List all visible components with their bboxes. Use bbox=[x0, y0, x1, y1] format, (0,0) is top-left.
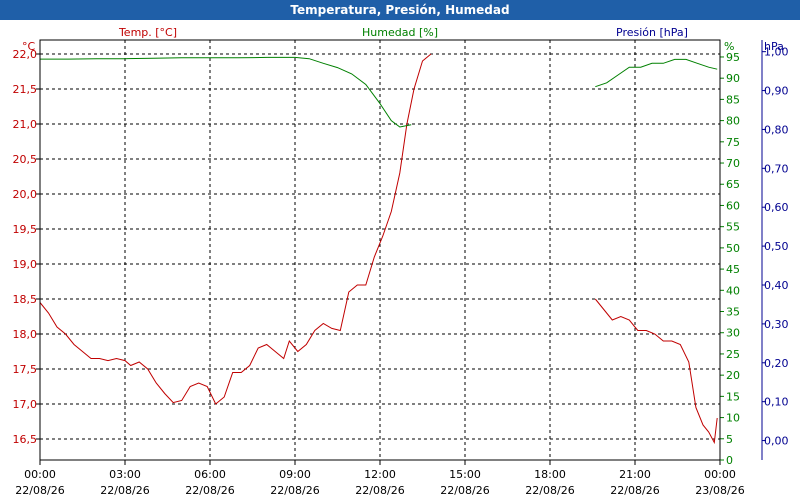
chart-title: Temperatura, Presión, Humedad bbox=[0, 0, 800, 20]
hum-tick-label: 5 bbox=[726, 433, 733, 446]
temp-tick-label: 18,5 bbox=[13, 293, 38, 306]
hum-tick-label: 35 bbox=[726, 306, 740, 319]
temp-tick-label: 20,0 bbox=[13, 188, 38, 201]
x-tick-label-time: 18:00 bbox=[534, 468, 566, 481]
pres-tick-label: 0,60 bbox=[764, 201, 789, 214]
hum-tick-label: 65 bbox=[726, 178, 740, 191]
hum-unit-label: % bbox=[724, 40, 734, 53]
hum-tick-label: 90 bbox=[726, 72, 740, 85]
hum-tick-label: 25 bbox=[726, 348, 740, 361]
pres-tick-label: 0,90 bbox=[764, 85, 789, 98]
hum-tick-label: 15 bbox=[726, 390, 740, 403]
temp-tick-label: 16,5 bbox=[13, 433, 38, 446]
x-tick-label-time: 03:00 bbox=[109, 468, 141, 481]
pres-tick-label: 0,50 bbox=[764, 240, 789, 253]
temp-tick-label: 18,0 bbox=[13, 328, 38, 341]
hum-tick-label: 30 bbox=[726, 327, 740, 340]
hum-tick-label: 50 bbox=[726, 242, 740, 255]
x-tick-label-date: 23/08/26 bbox=[695, 484, 744, 497]
hum-tick-label: 75 bbox=[726, 136, 740, 149]
pres-tick-label: 0,40 bbox=[764, 279, 789, 292]
x-tick-label-time: 15:00 bbox=[449, 468, 481, 481]
legend-hum: Humedad [%] bbox=[362, 26, 438, 39]
temp-tick-label: 17,0 bbox=[13, 398, 38, 411]
temp-tick-label: 21,5 bbox=[13, 83, 38, 96]
chart-plot: 00:00 22/08/26 03:00 22/08/26 06:00 22/08/26 0… bbox=[0, 20, 800, 500]
temp-tick-label: 19,0 bbox=[13, 258, 38, 271]
pres-tick-label: 0,00 bbox=[764, 435, 789, 448]
pres-tick-label: 0,10 bbox=[764, 396, 789, 409]
x-tick-label-date: 22/08/26 bbox=[355, 484, 404, 497]
x-tick-label-date: 22/08/26 bbox=[440, 484, 489, 497]
pres-tick-label: 0,20 bbox=[764, 357, 789, 370]
x-tick-label-date: 22/08/26 bbox=[15, 484, 64, 497]
x-tick-label-time: 21:00 bbox=[619, 468, 651, 481]
hum-tick-label: 60 bbox=[726, 199, 740, 212]
hum-tick-label: 80 bbox=[726, 115, 740, 128]
x-tick-label-time: 12:00 bbox=[364, 468, 396, 481]
temp-tick-label: 19,5 bbox=[13, 223, 38, 236]
pres-tick-label: 0,30 bbox=[764, 318, 789, 331]
x-tick-label-date: 22/08/26 bbox=[185, 484, 234, 497]
x-tick-label-time: 00:00 bbox=[704, 468, 736, 481]
pres-unit-label: hPa bbox=[764, 40, 784, 53]
pres-tick-label: 0,80 bbox=[764, 123, 789, 136]
hum-tick-label: 85 bbox=[726, 93, 740, 106]
x-tick-label-date: 22/08/26 bbox=[610, 484, 659, 497]
x-tick-label-date: 22/08/26 bbox=[270, 484, 319, 497]
hum-tick-label: 70 bbox=[726, 157, 740, 170]
hum-tick-label: 10 bbox=[726, 412, 740, 425]
x-tick-label-time: 09:00 bbox=[279, 468, 311, 481]
legend-pres: Presión [hPa] bbox=[616, 26, 688, 39]
pres-tick-label: 0,70 bbox=[764, 162, 789, 175]
legend-temp: Temp. [°C] bbox=[118, 26, 177, 39]
x-tick-label-date: 22/08/26 bbox=[100, 484, 149, 497]
temp-tick-label: 21,0 bbox=[13, 118, 38, 131]
temp-tick-label: 20,5 bbox=[13, 153, 38, 166]
hum-tick-label: 20 bbox=[726, 369, 740, 382]
hum-tick-label: 55 bbox=[726, 221, 740, 234]
x-tick-label-time: 06:00 bbox=[194, 468, 226, 481]
x-tick-label-time: 00:00 bbox=[24, 468, 56, 481]
temp-unit-label: °C bbox=[22, 40, 36, 53]
temp-tick-label: 17,5 bbox=[13, 363, 38, 376]
hum-tick-label: 45 bbox=[726, 263, 740, 276]
hum-tick-label: 0 bbox=[726, 454, 733, 467]
x-tick-label-date: 22/08/26 bbox=[525, 484, 574, 497]
hum-tick-label: 40 bbox=[726, 284, 740, 297]
